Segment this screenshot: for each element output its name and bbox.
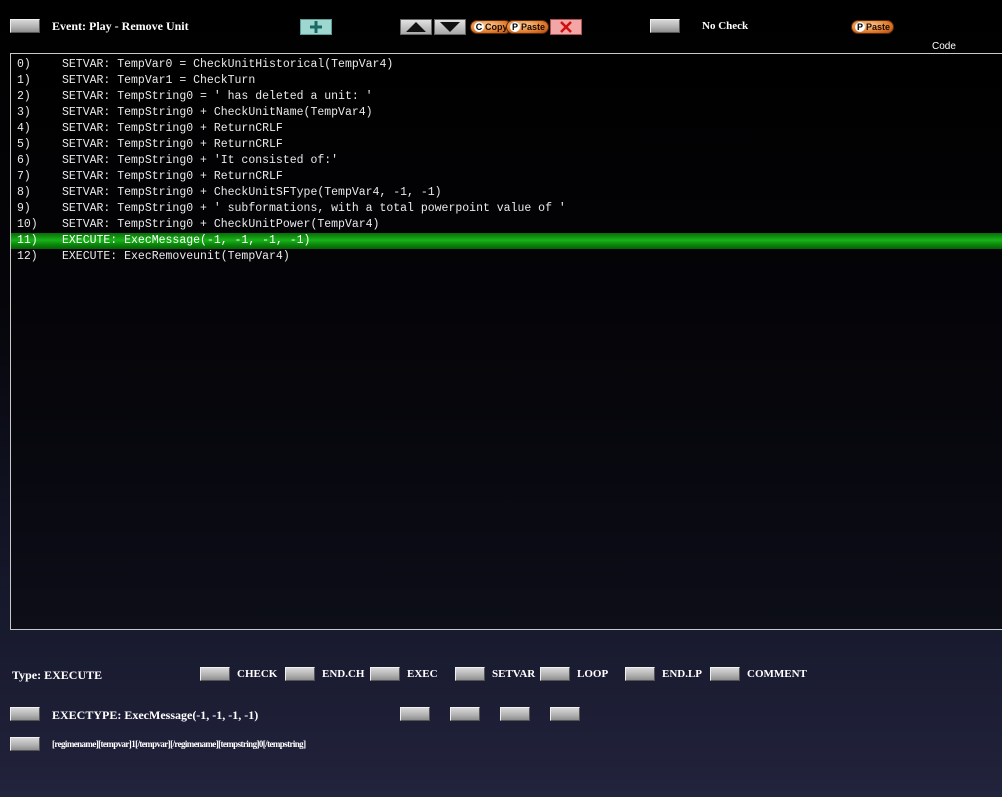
param-button-1[interactable]: [400, 707, 430, 721]
line-text: SETVAR: TempString0 + 'It consisted of:': [62, 154, 339, 167]
line-text: SETVAR: TempString0 + CheckUnitPower(Tem…: [62, 218, 380, 231]
line-text: SETVAR: TempString0 + CheckUnitName(Temp…: [62, 106, 373, 119]
type-loop-button[interactable]: [540, 667, 570, 681]
line-number: 8): [17, 186, 31, 199]
paste-code-label: Paste: [866, 22, 891, 32]
no-check-label: No Check: [702, 20, 749, 32]
line-number: 6): [17, 154, 31, 167]
paste-label: Paste: [521, 22, 546, 32]
code-line[interactable]: 1) SETVAR: TempVar1 = CheckTurn: [11, 73, 1002, 89]
line-text: SETVAR: TempString0 + ReturnCRLF: [62, 170, 283, 183]
exectype-label: EXECTYPE: ExecMessage(-1, -1, -1, -1): [52, 708, 259, 722]
param-string-button[interactable]: [10, 737, 40, 751]
delete-line-button[interactable]: [550, 19, 582, 35]
code-line[interactable]: 2) SETVAR: TempString0 = ' has deleted a …: [11, 89, 1002, 105]
code-line[interactable]: 3) SETVAR: TempString0 + CheckUnitName(Te…: [11, 105, 1002, 121]
code-header: Code: [932, 41, 956, 52]
code-line[interactable]: 7) SETVAR: TempString0 + ReturnCRLF: [11, 169, 1002, 185]
code-line[interactable]: 10) SETVAR: TempString0 + CheckUnitPower(…: [11, 217, 1002, 233]
param-button-2[interactable]: [450, 707, 480, 721]
code-line[interactable]: 12) EXECUTE: ExecRemoveunit(TempVar4): [11, 249, 1002, 265]
code-line[interactable]: 0) SETVAR: TempVar0 = CheckUnitHistorical…: [11, 57, 1002, 73]
exectype-select-button[interactable]: [10, 707, 40, 721]
paste-icon: P: [510, 22, 520, 32]
up-arrow-icon: [406, 22, 426, 32]
line-number: 0): [17, 58, 31, 71]
param-button-4[interactable]: [550, 707, 580, 721]
type-endch-label: END.CH: [322, 668, 365, 680]
code-line[interactable]: 11) EXECUTE: ExecMessage(-1, -1, -1, -1): [11, 233, 1002, 249]
code-line[interactable]: 4) SETVAR: TempString0 + ReturnCRLF: [11, 121, 1002, 137]
line-text: SETVAR: TempString0 + ReturnCRLF: [62, 138, 283, 151]
type-setvar-label: SETVAR: [492, 668, 536, 680]
line-text: SETVAR: TempString0 + CheckUnitSFType(Te…: [62, 186, 442, 199]
event-select-button[interactable]: [10, 19, 40, 33]
type-loop-label: LOOP: [577, 668, 609, 680]
type-endch-button[interactable]: [285, 667, 315, 681]
type-check-button[interactable]: [200, 667, 230, 681]
line-text: SETVAR: TempString0 + ' subformations, w…: [62, 202, 566, 215]
line-number: 9): [17, 202, 31, 215]
param-button-3[interactable]: [500, 707, 530, 721]
line-number: 10): [17, 218, 38, 231]
code-line[interactable]: 6) SETVAR: TempString0 + 'It consisted of…: [11, 153, 1002, 169]
code-line[interactable]: 8) SETVAR: TempString0 + CheckUnitSFType(…: [11, 185, 1002, 201]
code-line[interactable]: 9) SETVAR: TempString0 + ' subformations,…: [11, 201, 1002, 217]
param-string-label: [regimename][tempvar]1[/tempvar][/regime…: [52, 739, 306, 749]
no-check-button[interactable]: [650, 19, 680, 33]
line-number: 2): [17, 90, 31, 103]
type-comment-label: COMMENT: [747, 668, 807, 680]
type-comment-button[interactable]: [710, 667, 740, 681]
type-check-label: CHECK: [237, 668, 278, 680]
line-number: 1): [17, 74, 31, 87]
line-text: SETVAR: TempString0 + ReturnCRLF: [62, 122, 283, 135]
line-text: EXECUTE: ExecMessage(-1, -1, -1, -1): [62, 234, 311, 247]
line-number: 7): [17, 170, 31, 183]
line-number: 11): [17, 234, 38, 247]
code-line[interactable]: 5) SETVAR: TempString0 + ReturnCRLF: [11, 137, 1002, 153]
line-text: SETVAR: TempVar0 = CheckUnitHistorical(T…: [62, 58, 394, 71]
type-exec-label: EXEC: [407, 668, 438, 680]
line-number: 5): [17, 138, 31, 151]
move-up-button[interactable]: [400, 19, 432, 35]
type-label: Type: EXECUTE: [12, 668, 103, 682]
down-arrow-icon: [440, 22, 460, 32]
close-icon: [560, 21, 572, 33]
line-text: EXECUTE: ExecRemoveunit(TempVar4): [62, 250, 290, 263]
line-number: 12): [17, 250, 38, 263]
type-setvar-button[interactable]: [455, 667, 485, 681]
paste-code-button[interactable]: P Paste: [851, 20, 895, 34]
event-title: Event: Play - Remove Unit: [52, 19, 189, 33]
copy-icon: C: [474, 22, 484, 32]
line-text: SETVAR: TempVar1 = CheckTurn: [62, 74, 256, 87]
type-endlp-label: END.LP: [662, 668, 703, 680]
line-text: SETVAR: TempString0 = ' has deleted a un…: [62, 90, 373, 103]
paste-button[interactable]: P Paste: [506, 20, 550, 34]
plus-icon: [310, 21, 322, 33]
line-number: 3): [17, 106, 31, 119]
type-exec-button[interactable]: [370, 667, 400, 681]
paste-icon: P: [855, 22, 865, 32]
code-list[interactable]: 0) SETVAR: TempVar0 = CheckUnitHistorical…: [10, 53, 1002, 630]
line-number: 4): [17, 122, 31, 135]
move-down-button[interactable]: [434, 19, 466, 35]
copy-label: Copy: [485, 22, 508, 32]
add-line-button[interactable]: [300, 19, 332, 35]
type-endlp-button[interactable]: [625, 667, 655, 681]
